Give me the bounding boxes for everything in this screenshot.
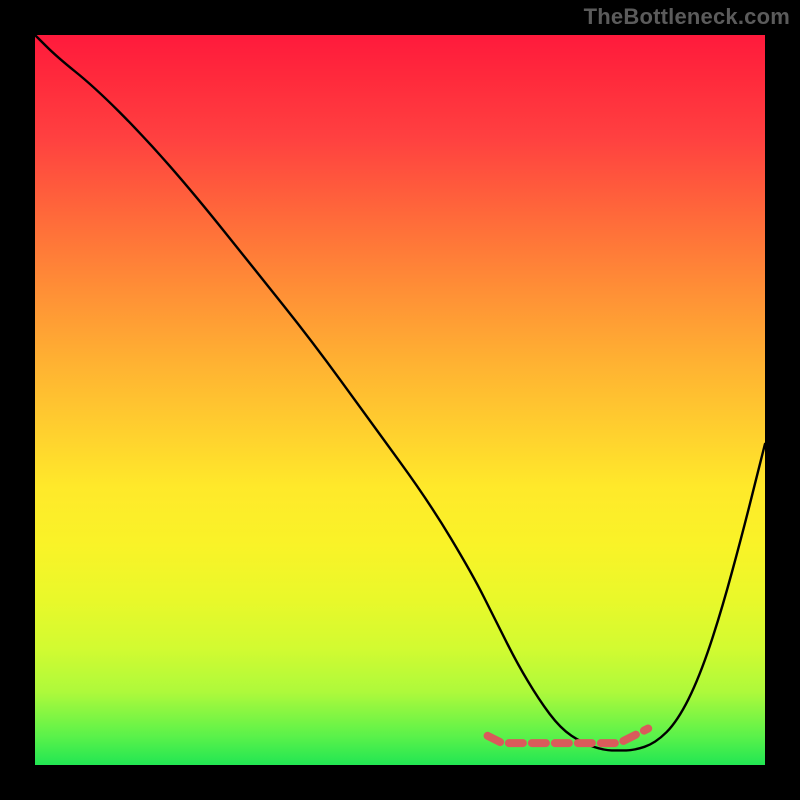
chart-frame: TheBottleneck.com <box>0 0 800 800</box>
chart-gradient-background <box>35 35 765 765</box>
watermark-text: TheBottleneck.com <box>584 4 790 30</box>
